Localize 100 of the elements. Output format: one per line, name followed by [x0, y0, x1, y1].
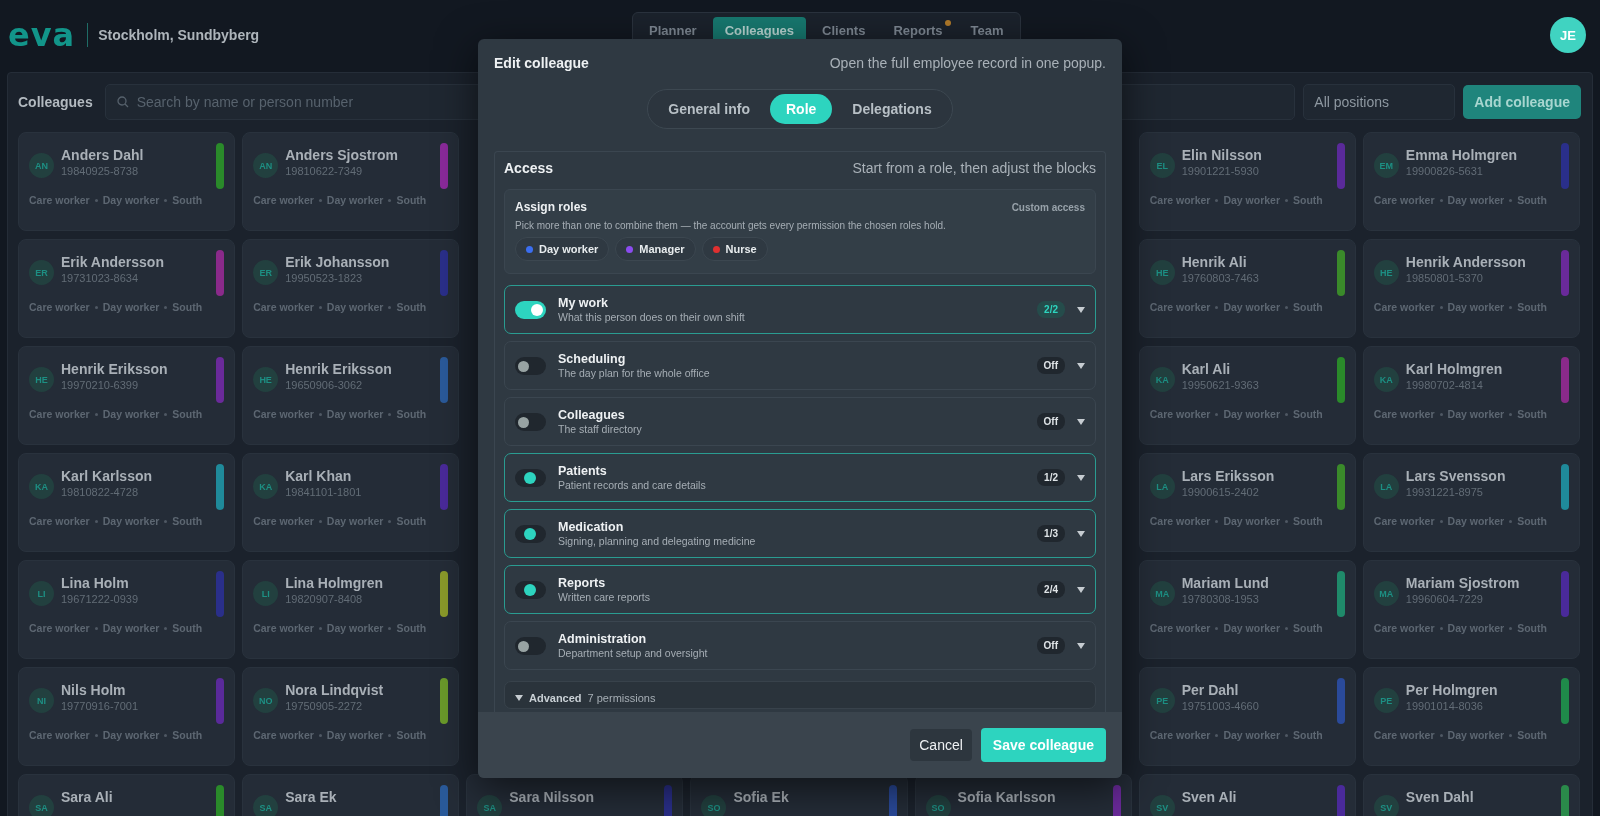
colleague-card[interactable]: NO Nora Lindqvist 19750905-2272 Care worker Day worker South	[242, 667, 460, 766]
initials-avatar: SO	[701, 795, 727, 816]
separator-dot	[388, 305, 392, 309]
colleague-card[interactable]: NI Nils Holm 19770916-7001 Care worker Day worker South	[18, 667, 236, 766]
colleague-card[interactable]: ER Erik Johansson 19950523-1823 Care worker Day worker South	[242, 239, 460, 338]
tag-label: South	[1517, 408, 1547, 420]
colleague-card[interactable]: HE Henrik Eriksson 19650906-3062 Care worker Day worker South	[242, 346, 460, 445]
block-description: Department setup and oversight	[558, 647, 709, 659]
dialog-subtitle: Open the full employee record in one popup.	[829, 55, 1106, 71]
colleague-card[interactable]: HE Henrik Andersson 19850801-5370 Care worker Day worker South	[1362, 239, 1580, 338]
role-chip[interactable]: Day worker	[515, 237, 610, 261]
tag-label: Day worker	[1223, 194, 1281, 206]
permission-block[interactable]: Medication Signing, planning and delegating medicine 1/3	[504, 509, 1096, 558]
toggle-switch[interactable]	[515, 580, 546, 599]
colleague-card[interactable]: SV Sven Dahl	[1362, 774, 1580, 816]
block-description: Written care reports	[558, 591, 651, 603]
toggle-switch[interactable]	[515, 468, 546, 487]
colleague-card[interactable]: LA Lars Eriksson 19900615-2402 Care worker Day worker South	[1138, 453, 1356, 552]
colleague-card[interactable]: AN Anders Dahl 19840925-8738 Care worker Day worker South	[18, 132, 236, 231]
toggle-switch[interactable]	[515, 412, 546, 431]
colleague-name: Per Holmgren	[1405, 682, 1498, 698]
colleague-card[interactable]: SA Sara Nilsson	[466, 774, 684, 816]
colleague-card[interactable]: MA Mariam Lund 19780308-1953 Care worker Day worker South	[1138, 560, 1356, 659]
colleague-card[interactable]: ER Erik Andersson 19731023-8634 Care worker Day worker South	[18, 239, 236, 338]
tag-label: South	[1517, 194, 1547, 206]
separator-dot	[1215, 626, 1219, 630]
separator-dot	[1285, 198, 1289, 202]
separator-dot	[1285, 412, 1289, 416]
separator-dot	[1439, 519, 1443, 523]
colleague-card[interactable]: LI Lina Holmgren 19820907-8408 Care worker Day worker South	[242, 560, 460, 659]
block-title: Reports	[558, 576, 607, 590]
colleague-card[interactable]: AN Anders Sjostrom 19810622-7349 Care worker Day worker South	[242, 132, 460, 231]
initials-avatar: KA	[29, 474, 54, 499]
separator-dot	[94, 733, 98, 737]
toggle-switch[interactable]	[515, 356, 546, 375]
tag-label: Day worker	[326, 729, 384, 741]
tag-label: Day worker	[102, 622, 160, 634]
tag-label: Care worker	[1373, 194, 1435, 206]
caret-icon[interactable]	[1077, 530, 1085, 537]
toggle-switch[interactable]	[515, 300, 546, 319]
colleague-card[interactable]: KA Karl Ali 19950621-9363 Care worker Day worker South	[1138, 346, 1356, 445]
advanced-section[interactable]: Advanced 7 permissions	[504, 681, 1096, 709]
colleague-card[interactable]: LI Lina Holm 19671222-0939 Care worker Day worker South	[18, 560, 236, 659]
colleague-card[interactable]: LA Lars Svensson 19931221-8975 Care worker Day worker South	[1362, 453, 1580, 552]
tag-label: Care worker	[253, 729, 314, 741]
cancel-button[interactable]: Cancel	[910, 729, 972, 761]
separator-dot	[388, 519, 392, 523]
person-number: 19841101-1801	[285, 486, 362, 498]
tag-label: South	[396, 408, 427, 420]
permission-block[interactable]: Reports Written care reports 2/4	[504, 565, 1096, 614]
colleague-card[interactable]: MA Mariam Sjostrom 19960604-7229 Care worker Day worker South	[1362, 560, 1580, 659]
colleague-name: Henrik Eriksson	[61, 361, 168, 377]
tag-label: Day worker	[1447, 408, 1505, 420]
roles-description: Pick more than one to combine them — the account gets every permission the chosen roles hold.	[515, 220, 947, 231]
caret-icon[interactable]	[1077, 474, 1085, 481]
colleague-name: Henrik Andersson	[1405, 254, 1526, 270]
caret-icon[interactable]	[1077, 306, 1085, 313]
initials-avatar: MA	[1373, 581, 1399, 606]
position-filter[interactable]: All positions	[1303, 84, 1456, 120]
colleague-name: Nils Holm	[61, 682, 127, 698]
person-number: 19850801-5370	[1405, 272, 1484, 284]
dialog-tab[interactable]: General info	[652, 94, 766, 124]
colleague-card[interactable]: HE Henrik Ali 19760803-7463 Care worker Day worker South	[1138, 239, 1356, 338]
permission-block[interactable]: Administration Department setup and oversight Off	[504, 621, 1096, 670]
colleague-card[interactable]: PE Per Holmgren 19901014-8036 Care worker Day worker South	[1362, 667, 1580, 766]
separator-dot	[1285, 733, 1289, 737]
separator-dot	[1285, 519, 1289, 523]
colleague-card[interactable]: EM Emma Holmgren 19900826-5631 Care worker Day worker South	[1362, 132, 1580, 231]
colleague-card[interactable]: EL Elin Nilsson 19901221-5930 Care worker Day worker South	[1138, 132, 1356, 231]
colleague-card[interactable]: KA Karl Holmgren 19980702-4814 Care worker Day worker South	[1362, 346, 1580, 445]
caret-icon[interactable]	[1077, 586, 1085, 593]
nav-tab[interactable]: Planner	[637, 17, 709, 44]
caret-icon[interactable]	[1077, 362, 1085, 369]
permission-block[interactable]: Colleagues The staff directory Off	[504, 397, 1096, 446]
colleague-card[interactable]: HE Henrik Eriksson 19970210-6399 Care worker Day worker South	[18, 346, 236, 445]
colleague-card[interactable]: SV Sven Ali	[1138, 774, 1356, 816]
colleague-card[interactable]: KA Karl Khan 19841101-1801 Care worker Day worker South	[242, 453, 460, 552]
nav-tab[interactable]: Clients	[810, 17, 878, 44]
caret-icon[interactable]	[1077, 418, 1085, 425]
separator-dot	[1285, 305, 1289, 309]
colleague-name: Sofia Karlsson	[957, 789, 1056, 805]
colleague-card[interactable]: SA Sara Ek	[242, 774, 460, 816]
role-chip[interactable]: Nurse	[701, 237, 768, 261]
nav-tab[interactable]: Team	[958, 17, 1016, 44]
caret-icon[interactable]	[1077, 642, 1085, 649]
permission-block[interactable]: Patients Patient records and care details 1/2	[504, 453, 1096, 502]
colleague-card[interactable]: SA Sara Ali	[18, 774, 236, 816]
role-chip[interactable]: Manager	[615, 237, 696, 261]
colleague-card[interactable]: SO Sofia Karlsson	[914, 774, 1132, 816]
dialog-tab[interactable]: Delegations	[836, 94, 948, 124]
toggle-switch[interactable]	[515, 636, 546, 655]
tag-label: South	[1517, 515, 1547, 527]
colleague-card[interactable]: PE Per Dahl 19751003-4660 Care worker Day worker South	[1138, 667, 1356, 766]
separator-dot	[94, 305, 98, 309]
colleague-card[interactable]: KA Karl Karlsson 19810822-4728 Care worker Day worker South	[18, 453, 236, 552]
separator-dot	[318, 198, 322, 202]
permission-block[interactable]: My work What this person does on their own shift 2/2	[504, 285, 1096, 334]
toggle-switch[interactable]	[515, 524, 546, 543]
tag-label: South	[172, 515, 203, 527]
permission-block[interactable]: Scheduling The day plan for the whole office Off	[504, 341, 1096, 390]
